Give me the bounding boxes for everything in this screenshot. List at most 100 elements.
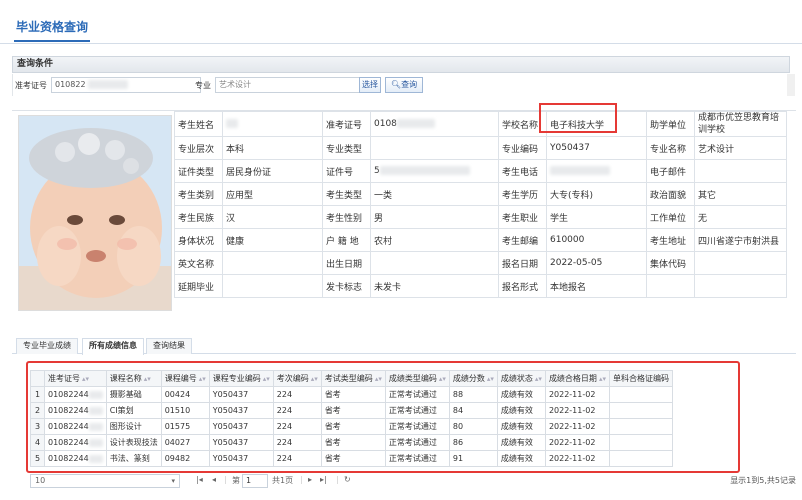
major-type-label: 专业类型 xyxy=(322,136,371,160)
last-page-icon[interactable]: ▸| xyxy=(320,475,327,484)
assist-label: 助学单位 xyxy=(646,111,695,137)
job-label: 考生职业 xyxy=(498,205,547,229)
search-button[interactable]: 🔍︎查询 xyxy=(385,77,423,93)
stu-type-value: 一类 xyxy=(370,182,499,206)
search-button-label: 查询 xyxy=(401,80,418,89)
search-icon: 🔍︎ xyxy=(390,80,402,89)
exam-no-label-2: 准考证号 xyxy=(322,111,371,137)
group-code-value xyxy=(694,251,787,275)
tab-query-results[interactable]: 查询结果 xyxy=(146,338,192,354)
address-label: 考生地址 xyxy=(646,228,695,252)
name-value xyxy=(222,111,323,137)
exam-no-value: 0108 xyxy=(370,111,499,137)
nation-label: 考生民族 xyxy=(174,205,223,229)
grid-highlight-box xyxy=(26,361,740,473)
major-label: 专业 xyxy=(195,81,211,90)
education-label: 考生学历 xyxy=(498,182,547,206)
select-button[interactable]: 选择 xyxy=(359,77,381,93)
postcode-value: 610000 xyxy=(546,228,647,252)
refresh-icon[interactable]: ↻ xyxy=(344,475,351,484)
id-no-value-text: 5 xyxy=(374,166,380,176)
card-label: 发卡标志 xyxy=(322,274,371,298)
major-name-label: 专业名称 xyxy=(646,136,695,160)
redacted-block xyxy=(226,119,238,128)
birth-value xyxy=(370,251,499,275)
separator: | xyxy=(336,475,339,484)
prev-page-icon[interactable]: ◂ xyxy=(212,475,216,484)
email-label: 电子邮件 xyxy=(646,159,695,183)
redacted-block xyxy=(550,166,610,175)
scrollbar[interactable] xyxy=(787,74,795,96)
gender-label: 考生性别 xyxy=(322,205,371,229)
hukou-value: 农村 xyxy=(370,228,499,252)
politics-label: 政治面貌 xyxy=(646,182,695,206)
chevron-down-icon: ▾ xyxy=(171,477,175,485)
reg-date-value: 2022-05-05 xyxy=(546,251,647,275)
exam-no-label: 准考证号 xyxy=(15,81,47,90)
category-label: 考生类别 xyxy=(174,182,223,206)
separator: | xyxy=(300,475,303,484)
page-number-input[interactable]: 1 xyxy=(242,474,268,488)
id-type-value: 居民身份证 xyxy=(222,159,323,183)
id-no-value: 5 xyxy=(370,159,499,183)
page-label: 第 xyxy=(232,476,240,485)
exam-no-value-text: 0108 xyxy=(374,119,397,129)
assist-value: 成都市优笠思教育培训学校 xyxy=(694,111,787,137)
postcode-label: 考生邮编 xyxy=(498,228,547,252)
english-name-label: 英文名称 xyxy=(174,251,223,275)
major-name-value: 艺术设计 xyxy=(694,136,787,160)
health-value: 健康 xyxy=(222,228,323,252)
tab-major-graduation-scores[interactable]: 专业毕业成绩 xyxy=(16,338,78,354)
separator: | xyxy=(224,475,227,484)
job-value: 学生 xyxy=(546,205,647,229)
tab-all-scores[interactable]: 所有成绩信息 xyxy=(82,338,144,355)
id-type-label: 证件类型 xyxy=(174,159,223,183)
name-label: 考生姓名 xyxy=(174,111,223,137)
stu-type-label: 考生类型 xyxy=(322,182,371,206)
student-photo xyxy=(18,115,172,311)
page-title[interactable]: 毕业资格查询 xyxy=(14,18,91,42)
hukou-label: 户 籍 地 xyxy=(322,228,371,252)
delay-value xyxy=(222,274,323,298)
total-pages: 共1页 xyxy=(272,476,294,485)
id-no-label: 证件号 xyxy=(322,159,371,183)
exam-no-input[interactable]: 010822 xyxy=(51,77,201,93)
birth-label: 出生日期 xyxy=(322,251,371,275)
school-highlight-box xyxy=(539,103,617,133)
category-value: 应用型 xyxy=(222,182,323,206)
pager-summary: 显示1到5,共5记录 xyxy=(730,476,796,485)
student-info-table: 考生姓名 准考证号 0108 学校名称 电子科技大学 助学单位 成都市优笠思教育… xyxy=(174,111,787,298)
level-label: 专业层次 xyxy=(174,136,223,160)
card-value: 未发卡 xyxy=(370,274,499,298)
exam-no-input-value: 010822 xyxy=(55,80,86,89)
empty-label xyxy=(646,274,695,298)
photo-image xyxy=(19,116,171,310)
work-unit-value: 无 xyxy=(694,205,787,229)
email-value xyxy=(694,159,787,183)
major-code-label: 专业编码 xyxy=(498,136,547,160)
major-code-value: Y050437 xyxy=(546,136,647,160)
redacted-block xyxy=(396,119,435,128)
top-bar: 毕业资格查询 xyxy=(0,0,802,44)
next-page-icon[interactable]: ▸ xyxy=(308,475,312,484)
health-label: 身体状况 xyxy=(174,228,223,252)
query-panel-header: 查询条件 xyxy=(12,56,790,73)
empty-value xyxy=(694,274,787,298)
major-type-value xyxy=(370,136,499,160)
page-size-select[interactable]: 10 ▾ xyxy=(30,474,180,488)
reg-form-value: 本地报名 xyxy=(546,274,647,298)
education-value: 大专(专科) xyxy=(546,182,647,206)
page-size-value: 10 xyxy=(35,476,46,485)
phone-value xyxy=(546,159,647,183)
nation-value: 汉 xyxy=(222,205,323,229)
pager: 10 ▾ |◂ ◂ | 第 1 共1页 | ▸ ▸| | ↻ 显示1到5,共5记… xyxy=(26,474,796,490)
reg-date-label: 报名日期 xyxy=(498,251,547,275)
delay-label: 延期毕业 xyxy=(174,274,223,298)
redacted-block xyxy=(379,166,470,175)
first-page-icon[interactable]: |◂ xyxy=(196,475,203,484)
redacted-block xyxy=(88,80,129,89)
major-input[interactable]: 艺术设计 xyxy=(215,77,367,93)
reg-form-label: 报名形式 xyxy=(498,274,547,298)
level-value: 本科 xyxy=(222,136,323,160)
phone-label: 考生电话 xyxy=(498,159,547,183)
